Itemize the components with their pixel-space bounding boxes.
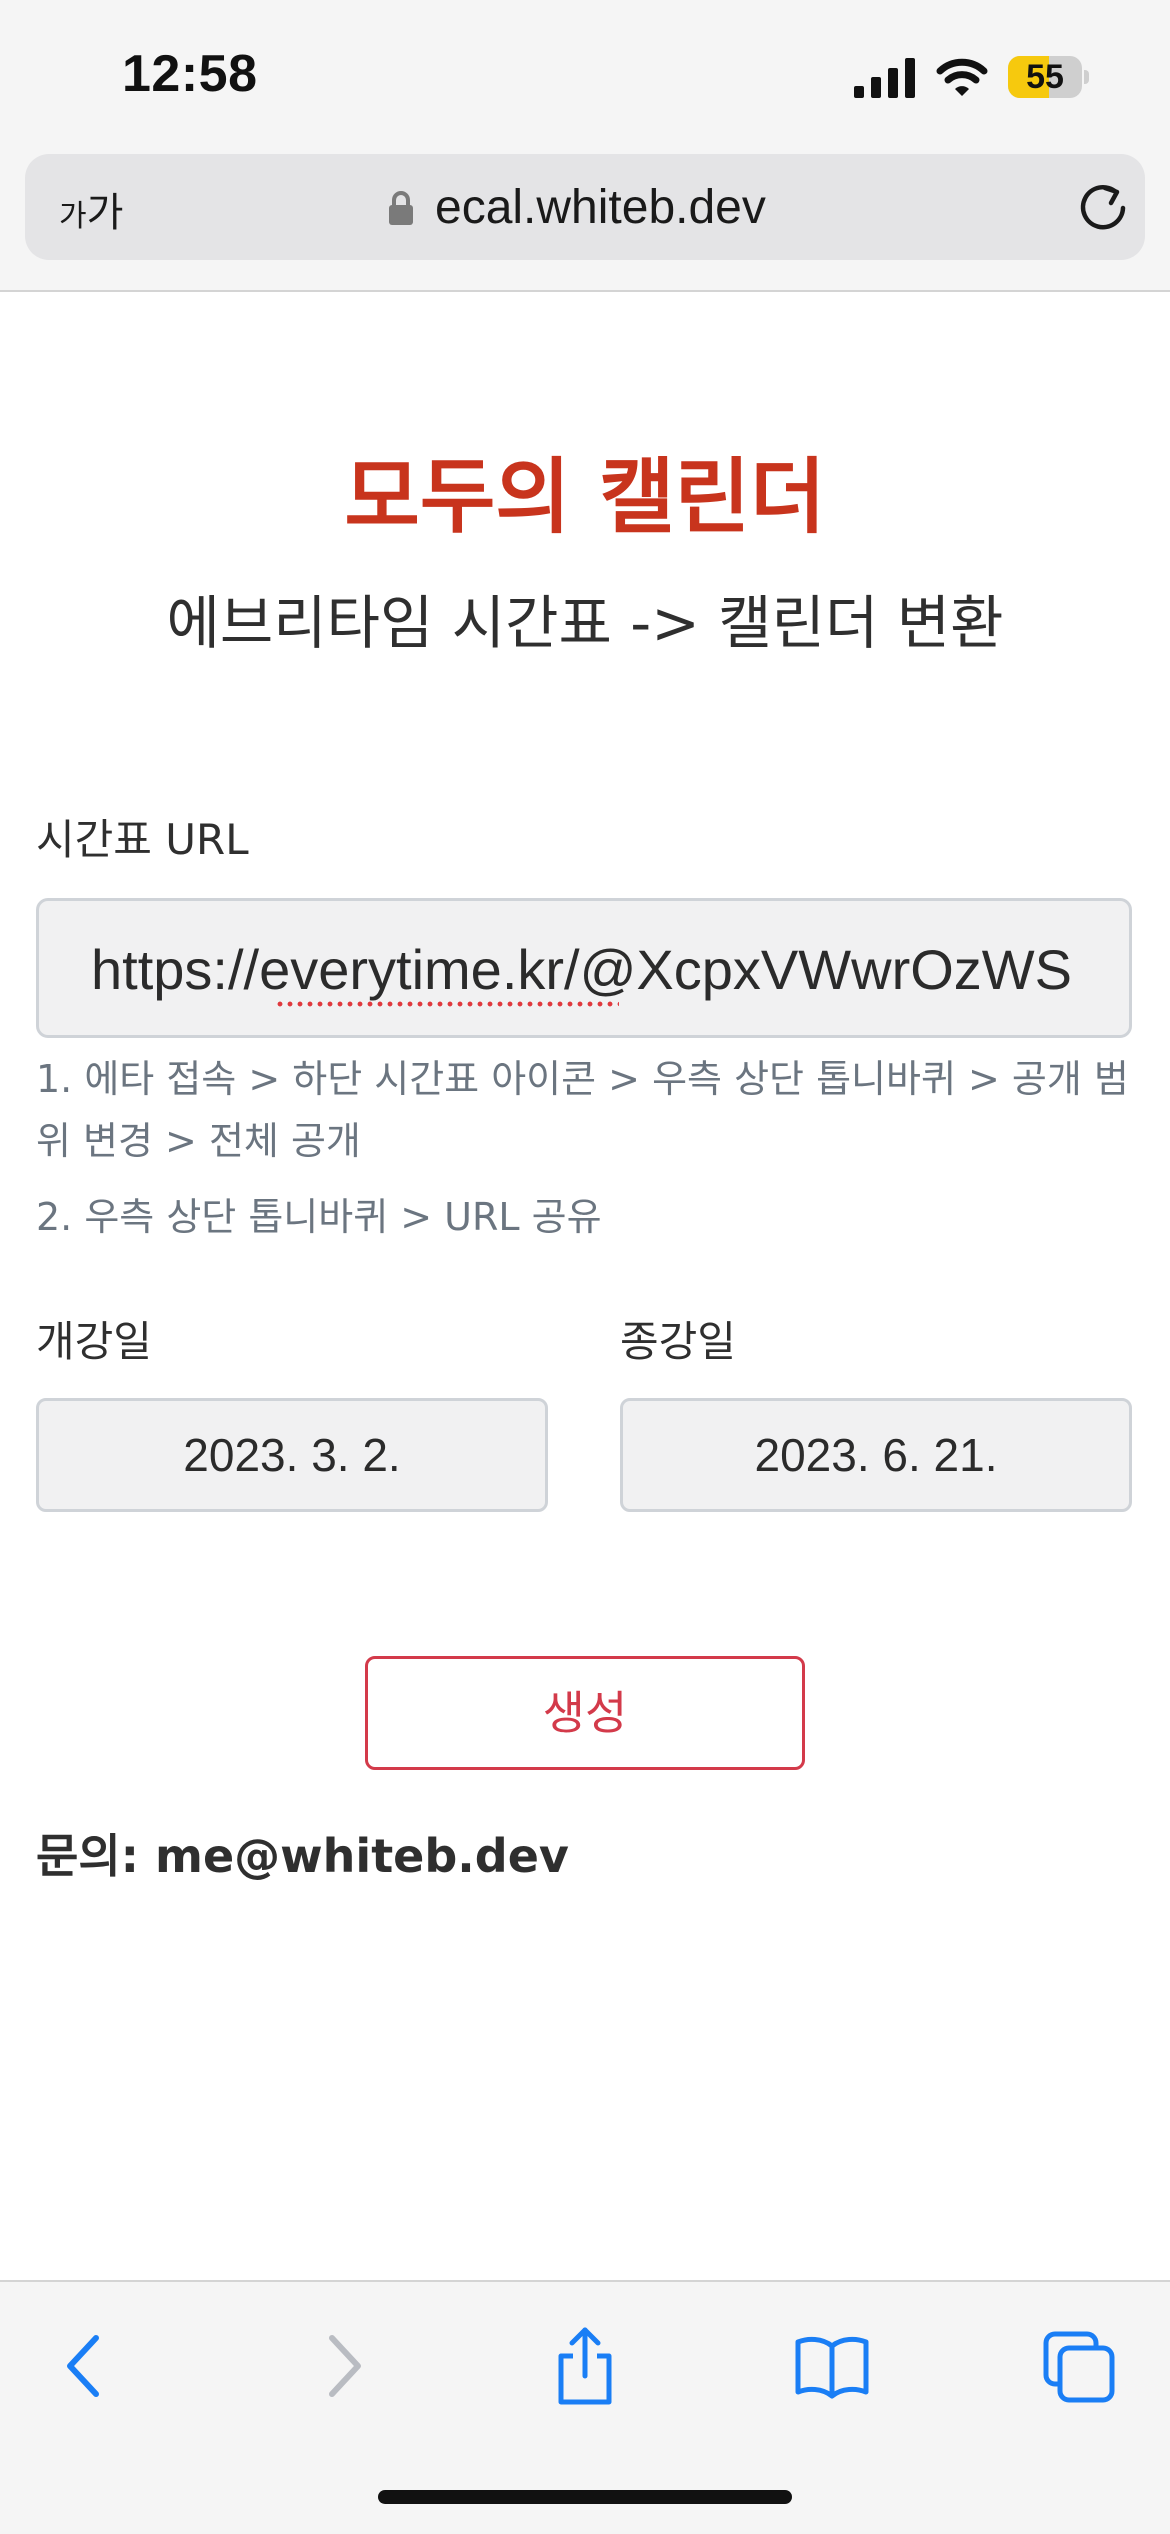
- tabs-icon[interactable]: [1040, 2326, 1120, 2406]
- address-url[interactable]: ecal.whiteb.dev: [435, 180, 766, 235]
- reload-icon[interactable]: [1075, 180, 1131, 236]
- battery-indicator: 55: [1008, 56, 1089, 98]
- help-step-1: 1. 에타 접속 > 하단 시간표 아이콘 > 우측 상단 톱니바퀴 > 공개 …: [36, 1057, 1129, 1163]
- page-settings-button[interactable]: 가가: [59, 180, 123, 238]
- start-date-input[interactable]: 2023. 3. 2.: [36, 1398, 548, 1512]
- chevron-left-icon[interactable]: [48, 2326, 128, 2406]
- open-book-icon[interactable]: [792, 2326, 872, 2406]
- reader-glyph-large: 가: [86, 190, 124, 236]
- timetable-url-input[interactable]: https://everytime.kr/@XcpxVWwrOzWS: [36, 898, 1132, 1038]
- battery-cap: [1084, 70, 1089, 84]
- spellcheck-underline: [275, 1001, 619, 1007]
- cellular-signal-icon: [854, 58, 915, 98]
- lock-icon: [389, 191, 413, 225]
- reader-glyph-small: 가: [59, 199, 87, 234]
- page-title: 모두의 캘린더: [344, 450, 826, 545]
- browser-top-bar: 가가 ecal.whiteb.dev: [0, 150, 1170, 292]
- contact-info: 문의: me@whiteb.dev: [36, 1829, 569, 1883]
- start-date-label: 개강일: [36, 1317, 152, 1366]
- page-subtitle: 에브리타임 시간표 -> 캘린더 변환: [166, 589, 1004, 657]
- help-step-2: 2. 우측 상단 톱니바퀴 > URL 공유: [36, 1195, 602, 1239]
- address-bar[interactable]: 가가 ecal.whiteb.dev: [25, 154, 1145, 260]
- home-indicator: [378, 2490, 792, 2504]
- chevron-right-icon[interactable]: [300, 2326, 380, 2406]
- end-date-input[interactable]: 2023. 6. 21.: [620, 1398, 1132, 1512]
- wifi-icon: [936, 58, 988, 96]
- battery-body: 55: [1008, 56, 1082, 98]
- status-time: 12:58: [122, 45, 258, 103]
- timetable-url-value: https://everytime.kr/@XcpxVWwrOzWS: [91, 938, 1072, 1001]
- timetable-url-label: 시간표 URL: [36, 815, 249, 864]
- end-date-label: 종강일: [620, 1317, 736, 1366]
- battery-level: 55: [1026, 58, 1064, 96]
- generate-button[interactable]: 생성: [365, 1656, 805, 1770]
- status-bar: 12:58 55: [0, 0, 1170, 150]
- share-icon[interactable]: [545, 2326, 625, 2406]
